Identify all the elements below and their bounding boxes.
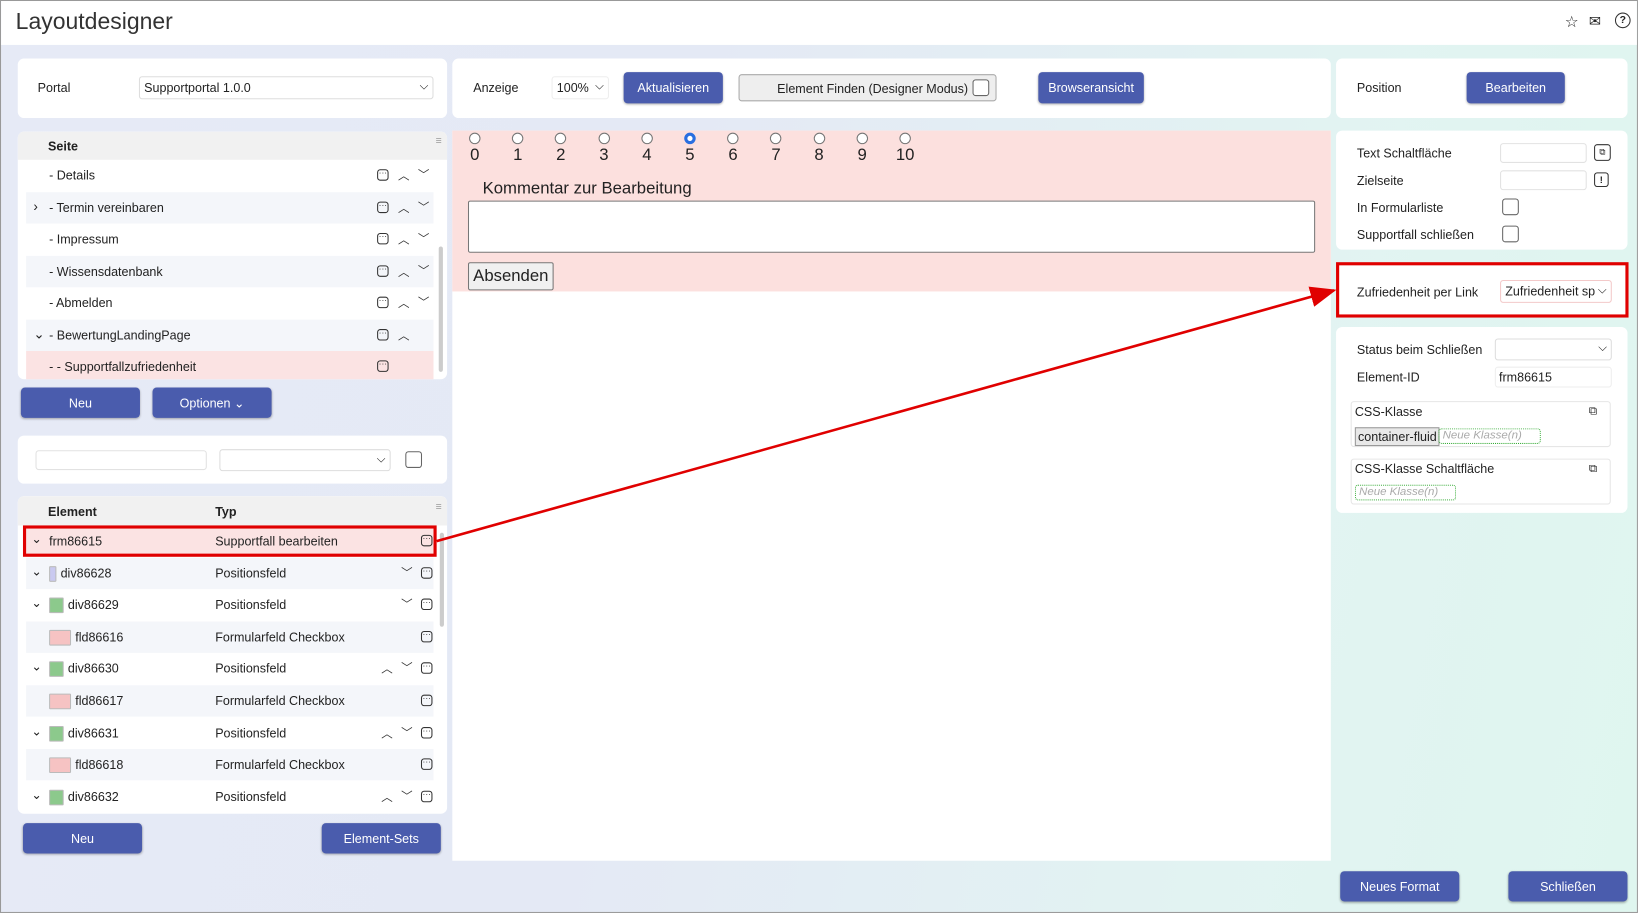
annotation-arrow	[436, 286, 1337, 543]
layoutdesigner-window: Layoutdesigner ☆ ✉ ? Portal Supportporta…	[0, 0, 1638, 913]
